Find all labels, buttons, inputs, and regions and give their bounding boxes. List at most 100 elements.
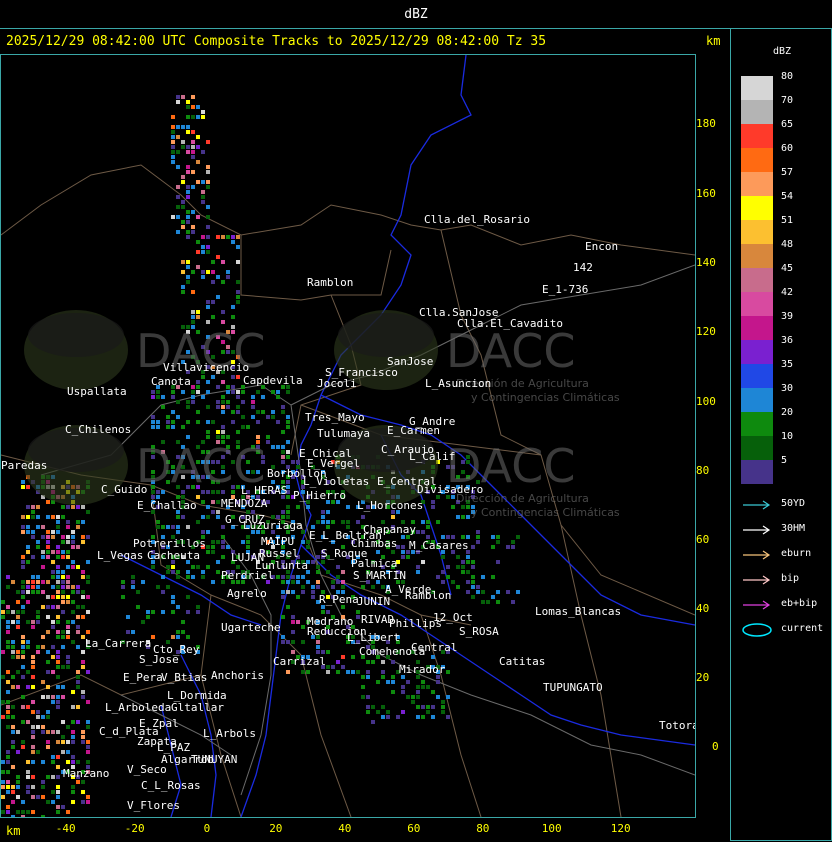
x-axis-unit: km	[6, 824, 21, 838]
dbz-swatch-label: 36	[781, 335, 794, 346]
dbz-swatch: 10	[741, 431, 793, 460]
place-label: V_Btias	[161, 671, 208, 684]
place-label: L_Horcones	[357, 499, 424, 512]
place-label: V_Flores	[127, 799, 180, 812]
place-label: La_Carrera	[85, 637, 152, 650]
track-legend-label: eb+bip	[781, 598, 818, 609]
dbz-swatch: 36	[741, 335, 793, 364]
place-label: C_L_Rosas	[141, 779, 201, 792]
x-tick-label: 100	[541, 822, 562, 835]
y-axis-unit: km	[706, 34, 721, 48]
x-tick-label: 20	[269, 822, 283, 835]
dbz-swatch-label: 30	[781, 383, 794, 394]
dbz-swatch-label: 45	[781, 263, 794, 274]
place-label: Encon	[585, 240, 619, 253]
dbz-swatch: 60	[741, 143, 793, 172]
track-legend-label: bip	[781, 573, 800, 584]
place-label: Borbollon	[267, 467, 327, 480]
dbz-swatch-label: 57	[781, 167, 794, 178]
x-tick-label: 120	[610, 822, 631, 835]
radar-map[interactable]: DACC DACC Dirección de Agricultura y Con…	[0, 54, 696, 818]
dbz-swatch-label: 10	[781, 431, 794, 442]
dbz-swatch-label: 20	[781, 407, 794, 418]
place-label: Carrizal	[273, 655, 326, 668]
y-tick-label: 160	[696, 187, 716, 200]
place-label: Gltallar	[171, 701, 224, 714]
dbz-swatch: 80	[741, 71, 793, 100]
dbz-swatch-label: 80	[781, 71, 794, 82]
place-label: Capdevila	[243, 374, 303, 387]
legend-panel: dBZ 80 70 65 60 57 54 51 48 45 42 39 36 35 30 20 10 5 50…	[730, 28, 832, 841]
place-label: C_Guido	[101, 483, 148, 496]
track-arrow-icon	[743, 550, 771, 560]
place-label: Clla.del_Rosario	[424, 213, 530, 226]
place-label: Clla.El_Cavadito	[457, 317, 563, 330]
track-legend-label: 50YD	[781, 498, 806, 509]
place-label: Tres_Mayo	[305, 411, 365, 424]
dbz-swatch-label: 54	[781, 191, 794, 202]
place-label: E_1-736	[542, 283, 589, 296]
dbz-swatch: 65	[741, 119, 793, 148]
place-label: Catitas	[499, 655, 546, 668]
dbz-swatch-label: 39	[781, 311, 794, 322]
place-label: Comehenola	[359, 645, 426, 658]
dbz-swatch: 30	[741, 383, 793, 412]
y-tick-label: 0	[712, 740, 719, 753]
place-label: JUNIN	[357, 595, 391, 608]
place-label: L_Arboleda	[105, 701, 172, 714]
place-label: R_Pena	[319, 593, 359, 606]
x-tick-label: 0	[203, 822, 211, 835]
track-arrow-icon	[743, 600, 771, 610]
place-label: L_Vegas	[97, 549, 144, 562]
x-tick-label: -20	[124, 822, 145, 835]
dbz-swatch: 45	[741, 263, 793, 292]
y-tick-label: 180	[696, 117, 716, 130]
dbz-swatch-label: 35	[781, 359, 794, 370]
dbz-swatch: 5	[741, 455, 787, 484]
place-label: SanJose	[387, 355, 434, 368]
place-label: Luzuriaga	[243, 519, 303, 532]
x-tick-label: -40	[55, 822, 76, 835]
place-label: Tulumaya	[317, 427, 370, 440]
dbz-swatch: 35	[741, 359, 793, 388]
place-label: L_HERAS	[241, 484, 288, 497]
dbz-swatch-label: 5	[781, 455, 788, 466]
current-ellipse-icon	[742, 623, 772, 637]
y-tick-label: 100	[696, 395, 716, 408]
track-legend-label: 30HM	[781, 523, 806, 534]
place-label: Canota	[151, 375, 191, 388]
dbz-color-scale: 80 70 65 60 57 54 51 48 45 42 39 36 35 30 20 10 5	[741, 71, 793, 484]
place-label: S_Jose	[139, 653, 179, 666]
place-label: Ramblon	[405, 589, 452, 602]
window-title: dBZ	[0, 0, 832, 29]
dbz-swatch-label: 48	[781, 239, 794, 250]
place-label: 12_Oct	[433, 611, 473, 624]
track-arrow-icon	[743, 525, 771, 535]
place-label: Perdriel	[221, 569, 274, 582]
place-label: Villavicencio	[163, 361, 250, 374]
place-label: S_MARTIN	[353, 569, 406, 582]
dbz-swatch: 57	[741, 167, 793, 196]
place-label: Divisadero	[417, 483, 484, 496]
x-tick-label: 80	[476, 822, 490, 835]
place-label: Paredas	[1, 459, 48, 472]
track-arrow-icon	[743, 575, 771, 585]
legend-title: dBZ	[773, 46, 792, 57]
dbz-swatch: 48	[741, 239, 793, 268]
y-tick-label: 80	[696, 464, 710, 477]
place-label: E_Pera	[123, 671, 163, 684]
place-label: Mirador	[399, 663, 446, 676]
y-tick-label: 20	[696, 671, 710, 684]
place-label: L_Arbols	[203, 727, 256, 740]
place-label: Jocoli	[317, 377, 357, 390]
y-tick-label: 120	[696, 325, 716, 338]
dbz-swatch: 42	[741, 287, 793, 316]
place-label: V_Seco	[127, 763, 167, 776]
y-tick-label: 40	[696, 602, 710, 615]
place-label: L_Libert	[347, 631, 400, 644]
place-label: Lomas_Blancas	[535, 605, 622, 618]
place-label: L_Calif	[409, 450, 456, 463]
place-label: M_Casares	[409, 539, 469, 552]
place-label: Anchoris	[211, 669, 264, 682]
dbz-swatch-label: 51	[781, 215, 794, 226]
